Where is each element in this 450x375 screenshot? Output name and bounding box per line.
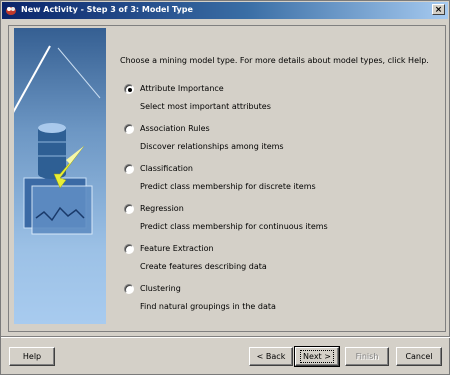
option-description: Find natural groupings in the data xyxy=(140,302,276,311)
option-label[interactable]: Association Rules xyxy=(140,124,210,134)
cancel-button[interactable]: Cancel xyxy=(396,347,442,366)
app-icon xyxy=(6,7,16,15)
title-bar[interactable]: New Activity - Step 3 of 3: Model Type × xyxy=(2,2,448,19)
next-button[interactable]: Next > xyxy=(294,346,340,367)
option-label[interactable]: Regression xyxy=(140,204,184,214)
next-button-label: Next > xyxy=(300,350,334,363)
radio-selected-dot xyxy=(128,88,132,92)
footer-separator xyxy=(1,336,450,338)
finish-button-label: Finish xyxy=(355,352,379,361)
radio-clustering[interactable] xyxy=(124,284,134,294)
wizard-content: Choose a mining model type. For more det… xyxy=(4,21,446,333)
close-icon: × xyxy=(434,5,443,15)
option-description: Predict class membership for discrete it… xyxy=(140,182,316,191)
option-description: Discover relationships among items xyxy=(140,142,284,151)
option-label[interactable]: Clustering xyxy=(140,284,181,294)
finish-button: Finish xyxy=(345,347,389,366)
data-mining-illustration xyxy=(14,45,101,235)
option-label[interactable]: Attribute Importance xyxy=(140,84,224,94)
radio-association-rules[interactable] xyxy=(124,124,134,134)
close-button[interactable]: × xyxy=(432,4,445,15)
cancel-button-label: Cancel xyxy=(405,352,433,361)
option-description: Predict class membership for continuous … xyxy=(140,222,328,231)
radio-regression[interactable] xyxy=(124,204,134,214)
radio-classification[interactable] xyxy=(124,164,134,174)
back-button-label: < Back xyxy=(256,352,286,361)
option-label[interactable]: Classification xyxy=(140,164,193,174)
wizard-window: New Activity - Step 3 of 3: Model Type × xyxy=(0,0,450,375)
help-button-label: Help xyxy=(22,352,42,361)
wizard-side-illustration xyxy=(14,28,106,324)
intro-text: Choose a mining model type. For more det… xyxy=(120,56,429,65)
option-description: Select most important attributes xyxy=(140,102,271,111)
back-button[interactable]: < Back xyxy=(249,347,293,366)
window-title: New Activity - Step 3 of 3: Model Type xyxy=(21,5,193,14)
radio-feature-extraction[interactable] xyxy=(124,244,134,254)
option-label[interactable]: Feature Extraction xyxy=(140,244,214,254)
help-button[interactable]: Help xyxy=(9,347,55,366)
option-description: Create features describing data xyxy=(140,262,267,271)
radio-attribute-importance[interactable] xyxy=(124,84,134,94)
